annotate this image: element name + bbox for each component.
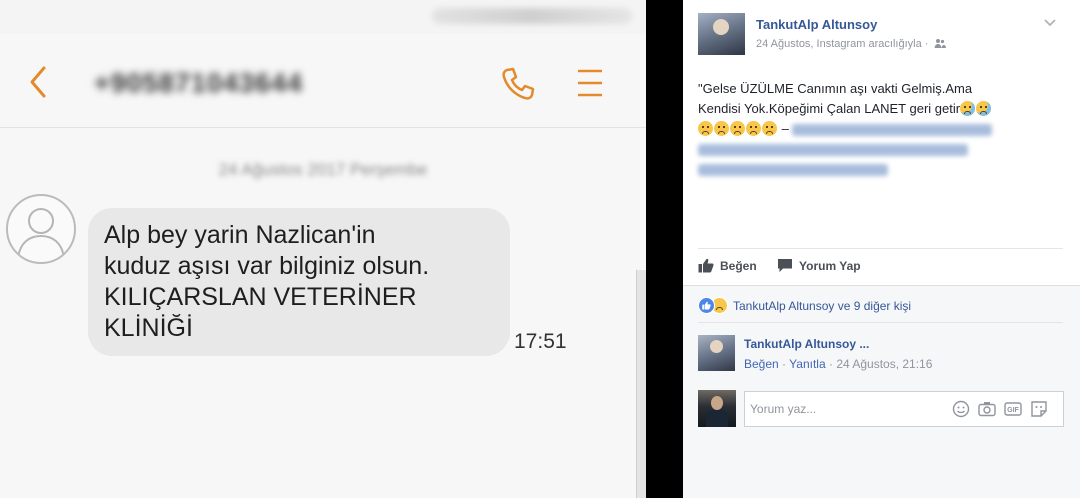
call-button[interactable] <box>498 64 538 104</box>
contact-phone-number: +905871043644 <box>94 68 303 98</box>
date-separator: 24 Ağustos 2017 Perşembe <box>218 160 428 179</box>
facebook-post: TankutAlp Altunsoy 24 Ağustos, Instagram… <box>683 0 1080 498</box>
message-line: kuduz aşısı var bilginiz olsun. <box>104 252 430 280</box>
like-reaction-icon <box>698 297 715 314</box>
message-line: KLİNİĞİ <box>104 314 193 342</box>
post-options-button[interactable] <box>1043 16 1057 28</box>
status-icons-blurred <box>432 8 632 24</box>
reactions-summary[interactable]: TankutAlp Altunsoy ve 9 diğer kişi <box>698 297 911 314</box>
comment-author-link[interactable]: TankutAlp Altunsoy ... <box>744 337 869 351</box>
post-emoji-line: – <box>698 119 1064 139</box>
phone-icon <box>502 67 535 100</box>
comment-input-icons: GIF <box>951 399 1049 419</box>
hamburger-menu-icon <box>578 69 602 97</box>
blurred-link[interactable] <box>792 123 993 136</box>
blurred-link[interactable] <box>698 163 888 176</box>
like-label: Beğen <box>720 258 757 273</box>
comment-button[interactable]: Yorum Yap <box>777 258 861 273</box>
comment-icon <box>778 259 792 272</box>
back-arrow-icon <box>30 66 46 98</box>
blurred-link[interactable] <box>698 143 968 156</box>
sticker-icon[interactable] <box>1029 399 1049 419</box>
back-button[interactable] <box>24 62 54 102</box>
chevron-down-icon <box>1044 19 1056 27</box>
svg-text:GIF: GIF <box>1007 407 1019 414</box>
contact-avatar[interactable] <box>6 194 76 264</box>
comment-time[interactable]: 24 Ağustos, 21:16 <box>836 357 932 371</box>
author-avatar[interactable] <box>698 13 745 55</box>
post-meta: 24 Ağustos, Instagram aracılığıyla · <box>756 38 947 51</box>
crying-emoji-icon <box>746 121 761 136</box>
sad-emoji-icon <box>976 101 992 116</box>
message-time: 17:51 <box>514 330 567 353</box>
post-line-with-emoji: Kendisi Yok.Köpeğimi Çalan LANET geri ge… <box>698 99 1064 119</box>
like-button[interactable]: Beğen <box>698 258 757 273</box>
commenter-avatar[interactable] <box>698 335 735 371</box>
message-line: KILIÇARSLAN VETERİNER <box>104 283 417 311</box>
like-icon <box>698 258 714 273</box>
comment-like-link[interactable]: Beğen <box>744 357 779 371</box>
post-blurred-line <box>698 139 1064 159</box>
post-author-link[interactable]: TankutAlp Altunsoy <box>756 17 877 32</box>
comment-reply-link[interactable]: Yanıtla <box>789 357 825 371</box>
post-line: "Gelse ÜZÜLME Canımın aşı vakti Gelmiş.A… <box>698 81 973 96</box>
sad-emoji-icon <box>960 101 976 116</box>
reactions-text: TankutAlp Altunsoy ve 9 diğer kişi <box>733 298 912 313</box>
camera-icon[interactable] <box>977 399 997 419</box>
crying-emoji-icon <box>730 121 745 136</box>
post-dash: – <box>781 121 789 136</box>
divider <box>698 322 1063 323</box>
person-placeholder-icon <box>17 208 65 259</box>
post-text: "Gelse ÜZÜLME Canımın aşı vakti Gelmiş.A… <box>698 79 1064 179</box>
conversation-header: +905871043644 <box>0 34 646 128</box>
sad-emoji-icon <box>698 121 713 136</box>
smile-icon[interactable] <box>951 399 971 419</box>
comment-actions: Beğen · Yanıtla · 24 Ağustos, 21:16 <box>744 357 932 371</box>
status-bar <box>0 0 646 34</box>
crying-emoji-icon <box>762 121 777 136</box>
message-line: Alp bey yarin Nazlican'in <box>104 221 376 249</box>
comment-label: Yorum Yap <box>799 258 861 273</box>
screenshot-collage: +905871043644 24 Ağustos 2017 Perşembe A… <box>0 0 1080 498</box>
message-bubble[interactable]: Alp bey yarin Nazlican'in kuduz aşısı va… <box>88 208 510 356</box>
gif-icon[interactable]: GIF <box>1003 399 1023 419</box>
menu-button[interactable] <box>574 66 606 100</box>
sad-emoji-icon <box>714 121 729 136</box>
post-line: Kendisi Yok.Köpeğimi Çalan LANET geri ge… <box>698 101 961 116</box>
divider <box>698 248 1063 249</box>
sms-conversation-screen: +905871043644 24 Ağustos 2017 Perşembe A… <box>0 0 646 498</box>
post-blurred-line <box>698 159 1064 179</box>
post-meta-text: 24 Ağustos, Instagram aracılığıyla · <box>756 38 929 50</box>
panel-separator <box>646 0 683 498</box>
friends-icon <box>934 38 947 51</box>
scrollbar[interactable] <box>636 270 646 498</box>
current-user-avatar <box>698 390 736 427</box>
